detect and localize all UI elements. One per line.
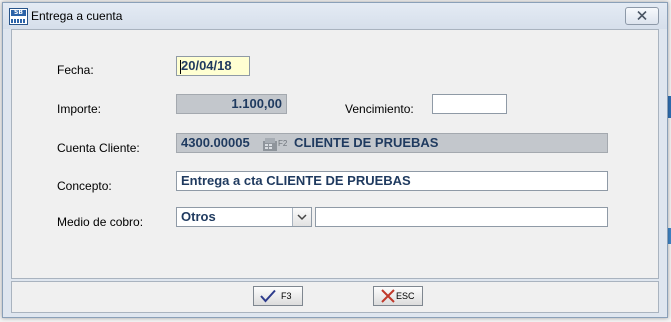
lookup-key: F2 [278,139,288,148]
button-bar: F3 ESC [11,281,659,313]
medio-cobro-extra-field[interactable] [315,207,608,227]
chevron-down-icon [297,214,307,221]
concepto-field[interactable]: Entrega a cta CLIENTE DE PRUEBAS [176,171,608,191]
window-title: Entrega a cuenta [31,9,123,23]
accept-shortcut: F3 [281,291,292,301]
lookup-button[interactable]: F2 [262,135,290,155]
vencimiento-field[interactable] [432,94,507,114]
cuenta-cliente-code-box[interactable] [176,133,254,153]
vencimiento-label: Vencimiento: [345,102,414,116]
importe-label: Importe: [57,102,102,116]
fecha-value: 20/04/18 [181,58,232,73]
medio-cobro-label: Medio de cobro: [57,215,144,229]
accept-button[interactable]: F3 [253,286,303,306]
cuenta-cliente-label: Cuenta Cliente: [57,141,140,155]
concepto-label: Concepto: [57,179,112,193]
cancel-shortcut: ESC [396,291,415,301]
sb-app-icon: SB [9,8,28,25]
cancel-button[interactable]: ESC [373,286,423,306]
dropdown-button[interactable] [292,208,311,226]
form-panel: Fecha: 20/04/18 Importe: 1.100,00 Vencim… [11,29,659,279]
entrega-a-cuenta-dialog: SB Entrega a cuenta Fecha: 20/04/18 Impo… [2,2,668,318]
close-button[interactable] [625,7,659,25]
fecha-field[interactable]: 20/04/18 [176,56,250,76]
close-icon [637,10,647,21]
checkmark-icon [260,289,276,303]
medio-cobro-select[interactable]: Otros [176,207,312,227]
cross-icon [381,289,395,303]
fecha-label: Fecha: [57,63,94,77]
cuenta-cliente-name: CLIENTE DE PRUEBAS [294,135,439,150]
medio-cobro-value: Otros [181,209,216,224]
importe-field: 1.100,00 [176,94,287,114]
title-bar[interactable]: SB Entrega a cuenta [3,3,667,29]
